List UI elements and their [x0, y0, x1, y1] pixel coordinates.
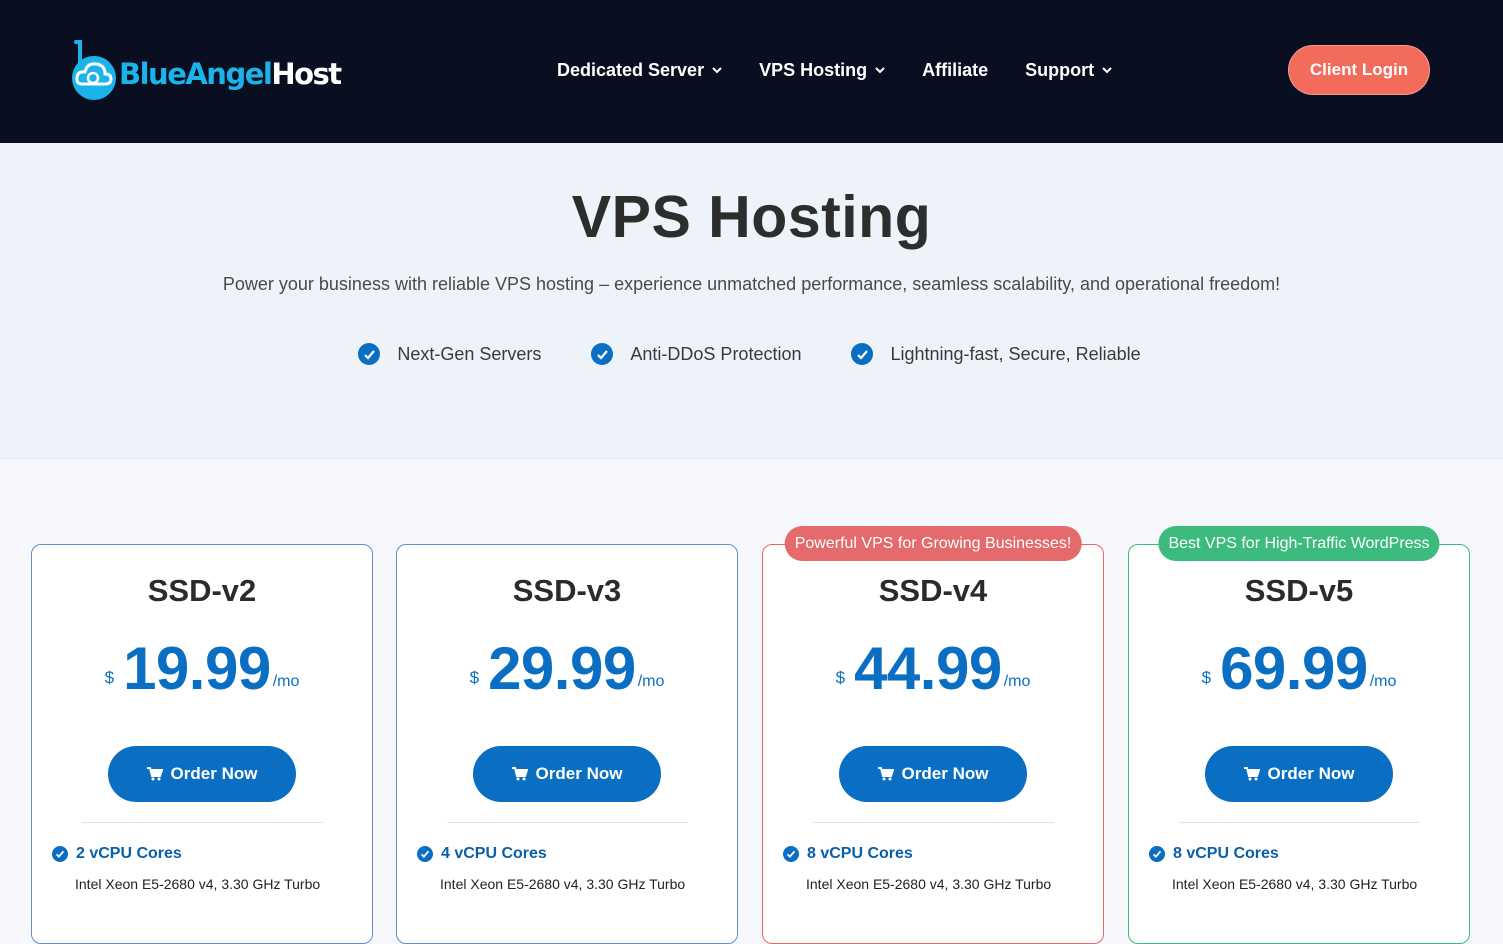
price-period: /mo — [1369, 673, 1397, 690]
order-now-label: Order Now — [535, 764, 623, 783]
order-now-button[interactable]: Order Now — [839, 746, 1027, 802]
check-circle-icon — [1149, 846, 1165, 862]
price-period: /mo — [272, 673, 300, 690]
site-logo[interactable]: BlueAngelHost — [70, 40, 342, 102]
plan-price: $ 29.99 /mo — [397, 635, 737, 702]
order-now-button[interactable]: Order Now — [473, 746, 661, 802]
pricing-section: SSD-v2 $ 19.99 /mo Order Now 2 vCPU Core… — [0, 459, 1503, 944]
check-circle-icon — [851, 343, 874, 365]
plan-ribbon: Powerful VPS for Growing Businesses! — [784, 526, 1082, 561]
price-amount: 69.99 — [1220, 635, 1368, 702]
price-currency: $ — [1201, 668, 1212, 687]
chevron-down-icon — [875, 66, 885, 73]
feature-detail: Intel Xeon E5-2680 v4, 3.30 GHz Turbo — [1172, 876, 1418, 892]
plan-name: SSD-v3 — [512, 573, 622, 608]
shopping-cart-icon — [877, 767, 894, 781]
check-circle-icon — [52, 846, 68, 862]
nav-item-support[interactable]: Support — [1025, 60, 1112, 81]
nav-label: Dedicated Server — [557, 59, 705, 80]
chevron-down-icon — [712, 66, 722, 73]
hero-section: VPS Hosting Power your business with rel… — [0, 143, 1503, 459]
feature-title: 4 vCPU Cores — [441, 845, 547, 862]
feature-title: 2 vCPU Cores — [76, 845, 182, 862]
hero-feature-item: Anti-DDoS Protection — [591, 343, 801, 365]
feature-detail: Intel Xeon E5-2680 v4, 3.30 GHz Turbo — [75, 876, 321, 892]
feature-detail: Intel Xeon E5-2680 v4, 3.30 GHz Turbo — [440, 876, 686, 892]
plan-feature: 8 vCPU Cores — [1149, 845, 1279, 863]
plan-feature: 2 vCPU Cores — [52, 845, 182, 863]
check-circle-icon — [417, 846, 433, 862]
feature-title: 8 vCPU Cores — [1173, 845, 1279, 862]
hero-feature-label: Next-Gen Servers — [397, 343, 542, 364]
price-amount: 29.99 — [488, 635, 636, 702]
logo-cloud-icon — [72, 40, 116, 100]
plan-feature: 8 vCPU Cores — [783, 845, 913, 863]
page-title: VPS Hosting — [571, 184, 932, 250]
plan-name: SSD-v4 — [878, 573, 988, 608]
nav-item-dedicated-server[interactable]: Dedicated Server — [557, 60, 722, 81]
card-divider — [82, 822, 323, 823]
plan-ribbon: Best VPS for High-Traffic WordPress — [1158, 526, 1440, 561]
hero-feature-item: Next-Gen Servers — [358, 343, 541, 365]
order-now-button[interactable]: Order Now — [108, 746, 296, 802]
chevron-down-icon — [1102, 66, 1112, 73]
plan-price: $ 19.99 /mo — [32, 635, 372, 702]
site-header: BlueAngelHost Dedicated Server VPS Hosti… — [0, 0, 1503, 143]
price-amount: 19.99 — [123, 635, 271, 702]
card-divider — [447, 822, 688, 823]
price-amount: 44.99 — [854, 635, 1002, 702]
logo-text-part1: BlueAngel — [119, 57, 273, 91]
card-divider — [813, 822, 1054, 823]
plan-card-ssd-v3: SSD-v3 $ 29.99 /mo Order Now 4 vCPU Core… — [396, 544, 738, 944]
order-now-label: Order Now — [901, 764, 989, 783]
nav-item-vps-hosting[interactable]: VPS Hosting — [759, 60, 885, 81]
logo-wordmark: BlueAngelHost — [119, 57, 342, 91]
price-period: /mo — [637, 673, 665, 690]
nav-label: Affiliate — [922, 59, 989, 80]
order-now-button[interactable]: Order Now — [1205, 746, 1393, 802]
card-divider — [1179, 822, 1420, 823]
plan-card-ssd-v4: Powerful VPS for Growing Businesses! SSD… — [762, 526, 1104, 944]
plan-name: SSD-v2 — [147, 573, 257, 608]
client-login-button[interactable]: Client Login — [1288, 45, 1430, 95]
nav-label: Support — [1025, 59, 1095, 80]
order-now-label: Order Now — [170, 764, 258, 783]
logo-text-part2: Host — [271, 57, 342, 91]
shopping-cart-icon — [1243, 767, 1260, 781]
hero-feature-item: Lightning-fast, Secure, Reliable — [851, 343, 1141, 365]
hero-feature-list: Next-Gen Servers Anti-DDoS Protection Li… — [0, 343, 1501, 365]
plan-price: $ 44.99 /mo — [763, 635, 1103, 702]
check-circle-icon — [783, 846, 799, 862]
hero-subtitle: Power your business with reliable VPS ho… — [222, 274, 1281, 294]
price-currency: $ — [469, 668, 480, 687]
feature-title: 8 vCPU Cores — [807, 845, 913, 862]
price-currency: $ — [835, 668, 846, 687]
plan-card-ssd-v5: Best VPS for High-Traffic WordPress SSD-… — [1128, 526, 1470, 944]
order-now-label: Order Now — [1267, 764, 1355, 783]
plan-name: SSD-v5 — [1244, 573, 1354, 608]
shopping-cart-icon — [146, 767, 163, 781]
price-period: /mo — [1003, 673, 1031, 690]
price-currency: $ — [104, 668, 115, 687]
plan-price: $ 69.99 /mo — [1129, 635, 1469, 702]
nav-label: VPS Hosting — [759, 59, 868, 80]
plan-feature: 4 vCPU Cores — [417, 845, 547, 863]
main-nav: Dedicated Server VPS Hosting Affiliate S… — [557, 58, 1149, 82]
nav-item-affiliate[interactable]: Affiliate — [922, 60, 988, 81]
hero-feature-label: Anti-DDoS Protection — [630, 343, 802, 364]
plan-card-ssd-v2: SSD-v2 $ 19.99 /mo Order Now 2 vCPU Core… — [31, 544, 373, 944]
feature-detail: Intel Xeon E5-2680 v4, 3.30 GHz Turbo — [806, 876, 1052, 892]
shopping-cart-icon — [511, 767, 528, 781]
hero-feature-label: Lightning-fast, Secure, Reliable — [890, 343, 1141, 364]
check-circle-icon — [591, 343, 614, 365]
check-circle-icon — [358, 343, 381, 365]
